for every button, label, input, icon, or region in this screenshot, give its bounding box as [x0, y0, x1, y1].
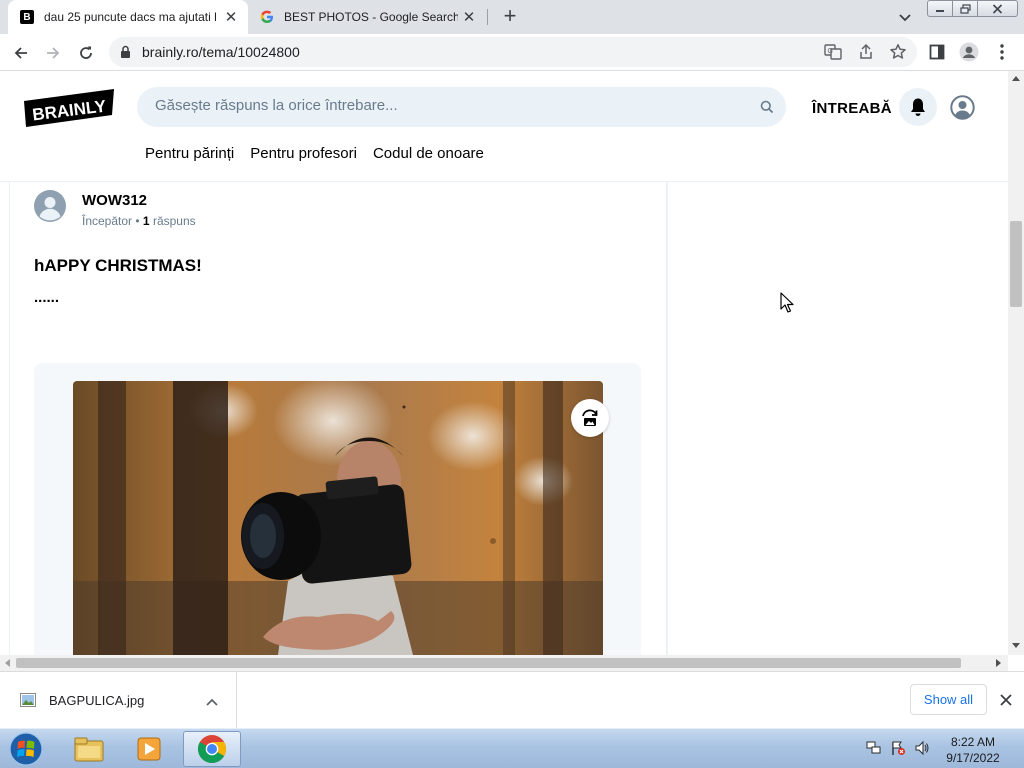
- search-icon[interactable]: [760, 100, 774, 119]
- user-avatar-icon[interactable]: [950, 95, 975, 120]
- translate-icon[interactable]: G: [822, 41, 844, 63]
- horizontal-scroll-thumb[interactable]: [16, 658, 961, 668]
- question-title: hAPPY CHRISTMAS!: [34, 256, 202, 275]
- reload-icon[interactable]: [73, 40, 99, 66]
- nav-link-parents[interactable]: Pentru părinți: [145, 145, 234, 162]
- search-bar[interactable]: [137, 87, 786, 127]
- chrome-taskbar-icon[interactable]: [183, 731, 241, 767]
- bookmark-star-icon[interactable]: [887, 41, 909, 63]
- new-tab-plus-icon[interactable]: +: [498, 5, 522, 29]
- lock-icon: [120, 45, 131, 64]
- profile-icon[interactable]: [958, 41, 980, 63]
- close-tab-icon[interactable]: ✕: [458, 6, 480, 28]
- brainly-favicon-icon: B: [20, 10, 34, 24]
- tab-google-search[interactable]: BEST PHOTOS - Google Search ✕: [250, 0, 486, 34]
- vertical-scrollbar[interactable]: [1008, 71, 1024, 655]
- tab-strip: B dau 25 puncute dacs ma ajutati l ✕ BES…: [0, 0, 1024, 34]
- svg-text:G: G: [828, 48, 833, 55]
- start-button[interactable]: [6, 731, 46, 767]
- forward-arrow-icon[interactable]: [40, 40, 66, 66]
- network-icon[interactable]: [866, 740, 882, 761]
- vertical-scroll-thumb[interactable]: [1010, 221, 1022, 307]
- volume-icon[interactable]: [914, 740, 930, 761]
- author-rank: Începător: [82, 214, 133, 228]
- download-file-name: BAGPULICA.jpg: [49, 693, 145, 708]
- side-panel-icon[interactable]: [926, 41, 948, 63]
- action-center-flag-icon[interactable]: [890, 740, 906, 761]
- author-meta: Începător • 1 răspuns: [82, 214, 196, 228]
- chevron-up-icon[interactable]: [205, 694, 219, 712]
- download-item[interactable]: BAGPULICA.jpg: [0, 672, 237, 729]
- windows-taskbar: 8:22 AM 9/17/2022: [0, 728, 1024, 768]
- search-input[interactable]: [155, 97, 735, 114]
- brainly-logo[interactable]: BRAINLY: [24, 89, 114, 127]
- url-text: brainly.ro/tema/10024800: [142, 44, 300, 60]
- system-tray: [866, 740, 930, 761]
- google-favicon-icon: [260, 10, 274, 24]
- browser-menu-icon[interactable]: [991, 41, 1013, 63]
- scroll-left-arrow-icon[interactable]: [5, 659, 10, 667]
- author-name[interactable]: WOW312: [82, 192, 147, 209]
- address-bar[interactable]: brainly.ro/tema/10024800 G: [109, 37, 917, 67]
- tab-title: BEST PHOTOS - Google Search: [284, 10, 458, 24]
- mouse-cursor-icon: [780, 292, 794, 319]
- image-file-icon: [20, 693, 36, 707]
- close-tab-icon[interactable]: ✕: [220, 6, 242, 28]
- question-body: ......: [34, 289, 60, 306]
- scroll-down-arrow-icon[interactable]: [1012, 643, 1020, 648]
- answers-label: răspuns: [149, 214, 196, 228]
- content-left-border: [9, 182, 10, 655]
- share-icon[interactable]: [855, 41, 877, 63]
- browser-toolbar: brainly.ro/tema/10024800 G: [0, 34, 1024, 71]
- tab-separator: [487, 9, 488, 25]
- close-shelf-icon[interactable]: [996, 690, 1016, 710]
- author-avatar-icon[interactable]: [34, 190, 66, 222]
- nav-link-teachers[interactable]: Pentru profesori: [250, 145, 357, 162]
- clock-date: 9/17/2022: [946, 751, 1000, 765]
- back-arrow-icon[interactable]: [8, 40, 34, 66]
- file-explorer-icon[interactable]: [60, 731, 118, 767]
- tab-brainly[interactable]: B dau 25 puncute dacs ma ajutati l ✕: [8, 0, 248, 34]
- show-all-button[interactable]: Show all: [910, 684, 987, 715]
- restore-window-icon[interactable]: [952, 0, 978, 17]
- close-window-icon[interactable]: [977, 0, 1018, 17]
- attached-photo[interactable]: [73, 381, 603, 655]
- rotate-image-icon[interactable]: [571, 399, 609, 437]
- ask-question-button[interactable]: ÎNTREABĂ: [812, 100, 892, 117]
- secondary-nav: Pentru părinți Pentru profesori Codul de…: [145, 145, 484, 162]
- media-player-icon[interactable]: [120, 731, 178, 767]
- meta-separator: •: [132, 214, 143, 228]
- minimize-window-icon[interactable]: [927, 0, 953, 17]
- column-divider: [666, 182, 668, 655]
- scroll-right-arrow-icon[interactable]: [996, 659, 1001, 667]
- horizontal-scrollbar[interactable]: [0, 655, 1008, 671]
- site-header: BRAINLY ÎNTREABĂ Pentru părinți Pentru p…: [0, 71, 1008, 182]
- notifications-bell-icon[interactable]: [899, 88, 937, 126]
- clock-time: 8:22 AM: [950, 735, 996, 749]
- download-shelf: BAGPULICA.jpg Show all: [0, 671, 1024, 729]
- page-viewport: BRAINLY ÎNTREABĂ Pentru părinți Pentru p…: [0, 71, 1008, 655]
- tab-title: dau 25 puncute dacs ma ajutati l: [44, 10, 217, 24]
- system-clock[interactable]: 8:22 AM 9/17/2022: [936, 734, 1010, 766]
- nav-link-honor-code[interactable]: Codul de onoare: [373, 145, 484, 162]
- tab-search-chevron-icon[interactable]: [895, 8, 915, 26]
- answers-count: 1: [142, 214, 150, 228]
- scroll-up-arrow-icon[interactable]: [1012, 76, 1020, 81]
